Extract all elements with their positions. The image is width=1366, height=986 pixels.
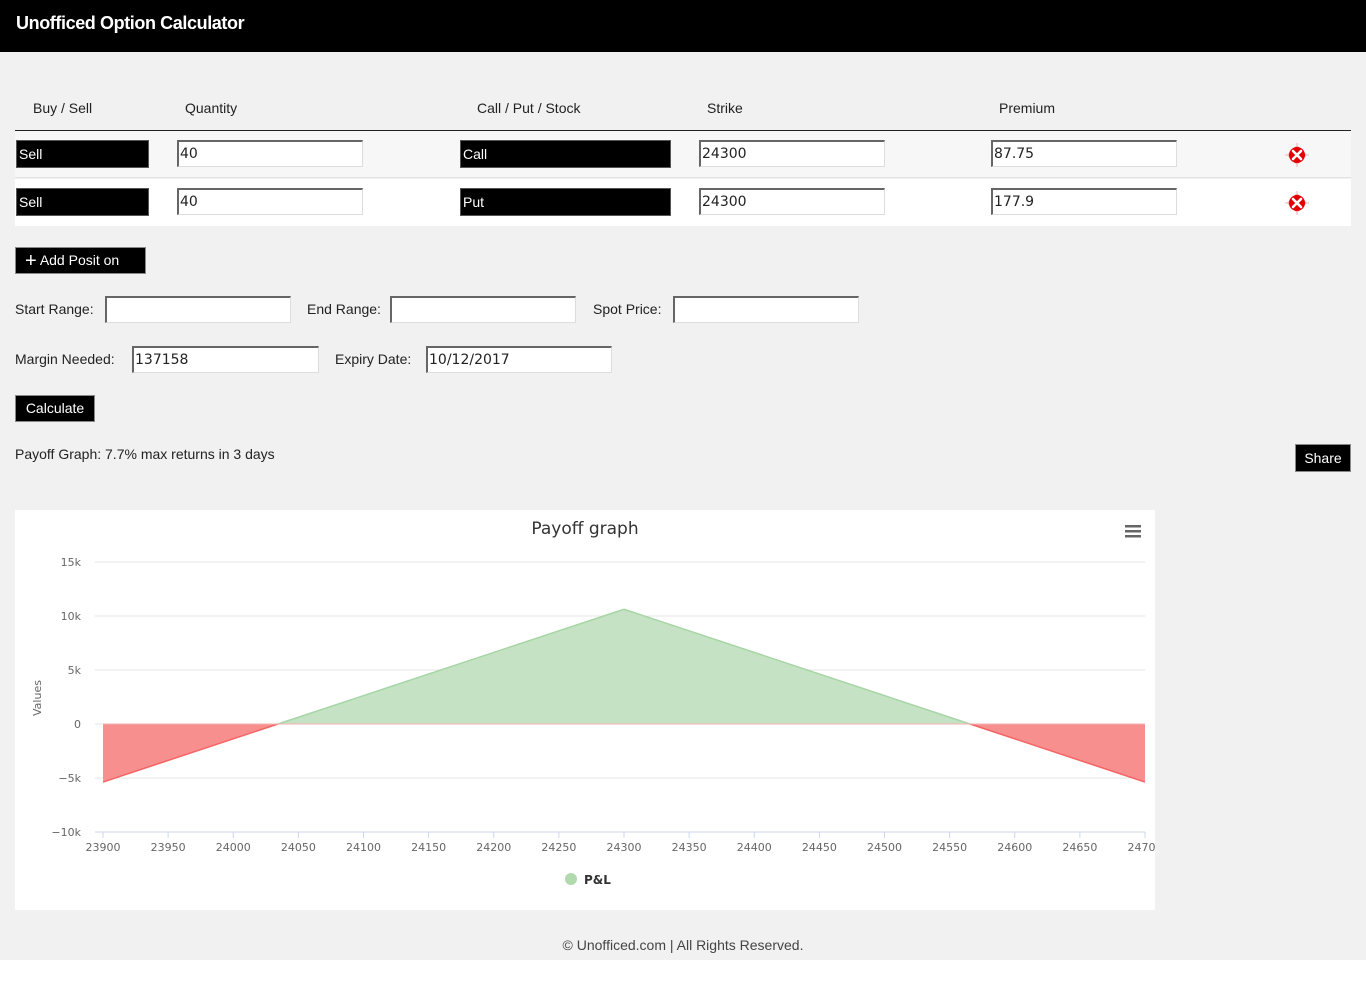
calculate-button[interactable]: Calculate — [15, 395, 95, 422]
y-tick-label: −10k — [51, 826, 81, 839]
x-tick-label: 24250 — [541, 841, 576, 854]
y-tick-label: −5k — [58, 772, 81, 785]
add-position-button[interactable]: + Add Posit on — [15, 247, 146, 274]
remove-circle-icon[interactable] — [1283, 143, 1311, 167]
end-range-input[interactable] — [390, 296, 576, 323]
legend-label: P&L — [584, 873, 611, 887]
x-tick-label: 24500 — [867, 841, 902, 854]
app-title: Unofficed Option Calculator — [16, 13, 245, 33]
x-tick-label: 23900 — [86, 841, 121, 854]
buy-sell-select[interactable]: Sell — [16, 188, 149, 216]
x-tick-label: 24600 — [997, 841, 1032, 854]
header-type: Call / Put / Stock — [477, 100, 581, 116]
x-tick-label: 24150 — [411, 841, 446, 854]
expiry-date-label: Expiry Date: — [335, 351, 412, 367]
y-axis-label: Values — [31, 680, 44, 716]
position-row: Sell 40 Call 24300 87.75 — [15, 131, 1351, 178]
share-button[interactable]: Share — [1295, 444, 1351, 472]
option-type-select[interactable]: Put — [460, 188, 671, 216]
spot-price-input[interactable] — [673, 296, 859, 323]
x-tick-label: 24550 — [932, 841, 967, 854]
strike-input[interactable]: 24300 — [699, 188, 885, 215]
y-tick-label: 5k — [68, 664, 82, 677]
expiry-date-input[interactable]: 10/12/2017 — [426, 346, 612, 373]
start-range-label: Start Range: — [15, 301, 94, 317]
y-tick-label: 0 — [74, 718, 81, 731]
header-strike: Strike — [707, 100, 743, 116]
payoff-chart: Payoff graph Values −10k −5k 0 5k 10k 15k 239… — [15, 510, 1163, 910]
hamburger-menu-icon[interactable] — [1125, 525, 1141, 538]
chart-title: Payoff graph — [531, 519, 638, 539]
quantity-input[interactable]: 40 — [177, 188, 363, 215]
x-tick-label: 24350 — [672, 841, 707, 854]
legend-marker — [565, 873, 577, 885]
x-tick-label: 24400 — [737, 841, 772, 854]
remove-circle-icon[interactable] — [1283, 191, 1311, 215]
quantity-input[interactable]: 40 — [177, 140, 363, 167]
start-range-input[interactable] — [105, 296, 291, 323]
header-buy-sell: Buy / Sell — [33, 100, 93, 116]
x-tick-label: 24450 — [802, 841, 837, 854]
payoff-summary: Payoff Graph: 7.7% max returns in 3 days — [15, 446, 275, 462]
premium-input[interactable]: 177.9 — [991, 188, 1177, 215]
footer: © Unofficed.com | All Rights Reserved. — [562, 937, 804, 953]
x-tick-label: 24200 — [476, 841, 511, 854]
y-tick-label: 10k — [61, 610, 82, 623]
header-premium: Premium — [999, 100, 1056, 116]
margin-needed-input[interactable]: 137158 — [132, 346, 319, 373]
margin-needed-label: Margin Needed: — [15, 351, 115, 367]
x-tick-label: 24300 — [607, 841, 642, 854]
spot-price-label: Spot Price: — [593, 301, 662, 317]
add-position-label: Add Posit on — [39, 252, 120, 268]
main-content: Buy / Sell Quantity Call / Put / Stock S… — [0, 52, 1366, 960]
position-row: Sell 40 Put 24300 177.9 — [15, 179, 1351, 226]
payoff-chart-svg: Payoff graph Values −10k −5k 0 5k 10k 15k 239… — [31, 519, 1163, 887]
option-type-select[interactable]: Call — [460, 140, 671, 168]
plus-icon: + — [25, 250, 37, 272]
x-tick-label: 23950 — [151, 841, 186, 854]
y-tick-label: 15k — [61, 556, 82, 569]
header-quantity: Quantity — [185, 100, 238, 116]
x-tick-label: 24700 — [1128, 841, 1156, 854]
app-header: Unofficed Option Calculator — [0, 0, 1366, 52]
premium-input[interactable]: 87.75 — [991, 140, 1177, 167]
buy-sell-select[interactable]: Sell — [16, 140, 149, 168]
x-tick-label: 24000 — [216, 841, 251, 854]
x-tick-label: 24050 — [281, 841, 316, 854]
strike-input[interactable]: 24300 — [699, 140, 885, 167]
x-tick-label: 24100 — [346, 841, 381, 854]
legend[interactable]: P&L — [565, 873, 611, 887]
x-tick-label: 24650 — [1062, 841, 1097, 854]
end-range-label: End Range: — [307, 301, 381, 317]
